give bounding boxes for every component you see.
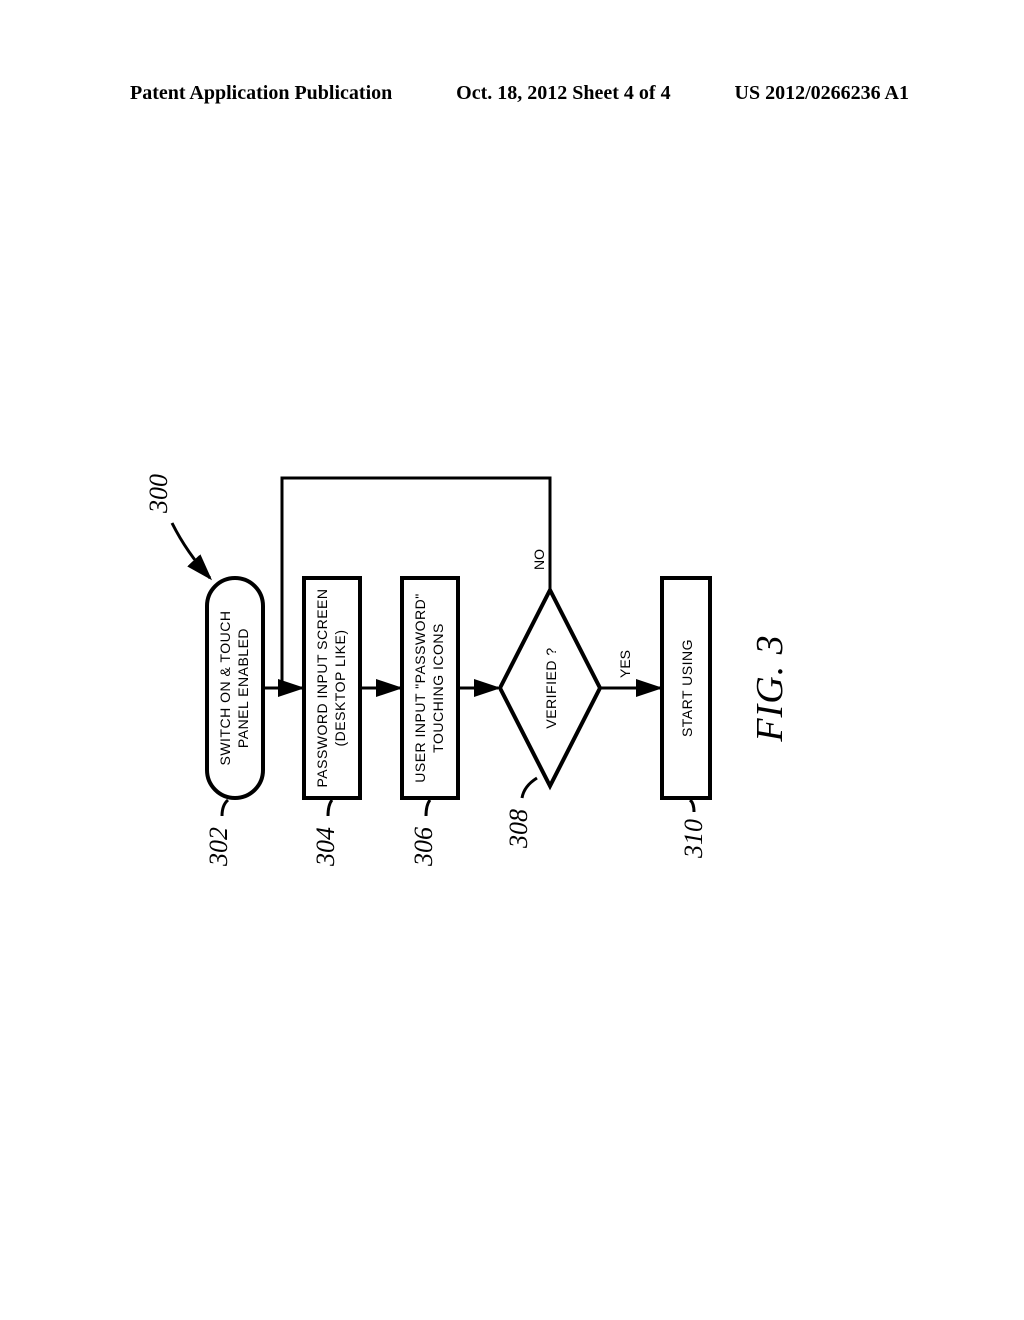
edge-no-label: NO <box>531 549 547 570</box>
ref-310-text: 310 <box>679 819 708 859</box>
node-302-line1: SWITCH ON & TOUCH <box>217 611 233 766</box>
header-left: Patent Application Publication <box>130 82 392 105</box>
header-center: Oct. 18, 2012 Sheet 4 of 4 <box>456 82 670 105</box>
ref-304: 304 <box>311 800 340 867</box>
node-302-line2: PANEL ENABLED <box>235 628 251 748</box>
node-306: USER INPUT "PASSWORD" TOUCHING ICONS <box>402 578 458 798</box>
edge-yes-label: YES <box>617 650 633 678</box>
edge-yes: YES <box>600 650 660 688</box>
ref-310: 310 <box>679 800 708 859</box>
ref-308: 308 <box>504 778 537 849</box>
figure-label: FIG. 3 <box>749 634 791 742</box>
ref-306-text: 306 <box>409 827 438 867</box>
node-304-line2: (DESKTOP LIKE) <box>332 630 348 747</box>
ref-300-text: 300 <box>144 474 173 514</box>
header-right: US 2012/0266236 A1 <box>735 82 909 105</box>
ref-304-text: 304 <box>311 827 340 867</box>
node-304: PASSWORD INPUT SCREEN (DESKTOP LIKE) <box>304 578 360 798</box>
node-308-label: VERIFIED ? <box>543 647 559 728</box>
ref-302-text: 302 <box>204 827 233 867</box>
ref-302: 302 <box>204 800 233 867</box>
node-302: SWITCH ON & TOUCH PANEL ENABLED <box>207 578 263 798</box>
page-header: Patent Application Publication Oct. 18, … <box>0 0 1024 105</box>
node-310: START USING <box>662 578 710 798</box>
ref-308-text: 308 <box>504 809 533 849</box>
ref-300: 300 <box>144 474 210 578</box>
node-306-line2: TOUCHING ICONS <box>430 623 446 753</box>
node-310-label: START USING <box>679 639 695 737</box>
node-306-line1: USER INPUT "PASSWORD" <box>412 593 428 783</box>
figure-canvas: 300 SWITCH ON & TOUCH PANEL ENABLED 302 … <box>104 160 920 1220</box>
node-308: VERIFIED ? <box>500 590 600 786</box>
ref-306: 306 <box>409 800 438 867</box>
node-304-line1: PASSWORD INPUT SCREEN <box>314 588 330 787</box>
